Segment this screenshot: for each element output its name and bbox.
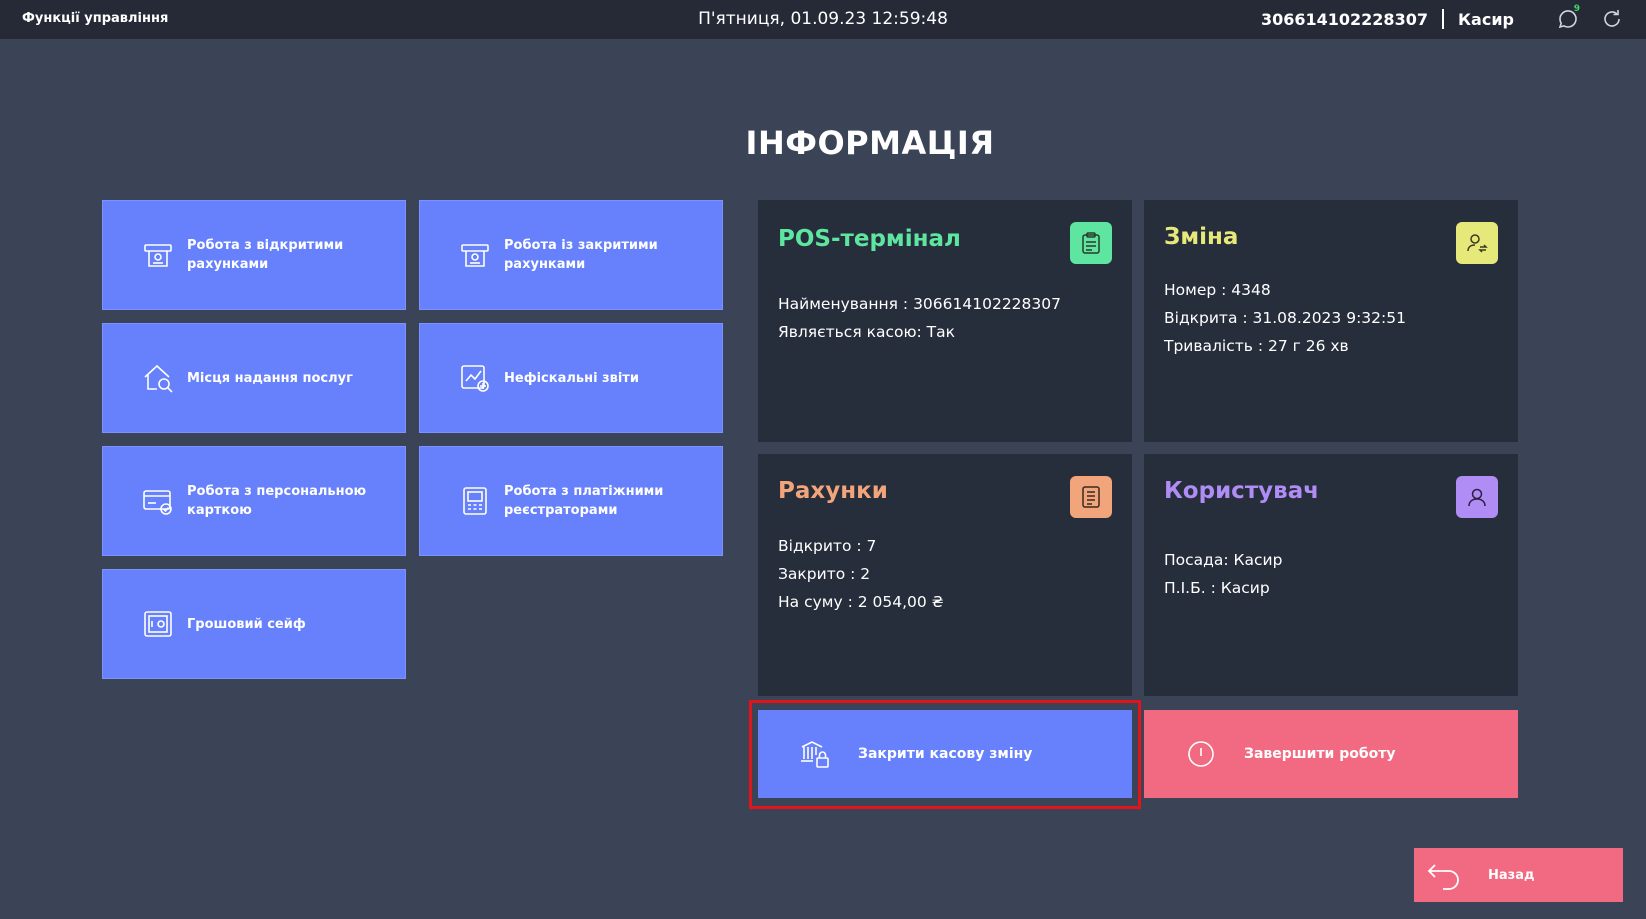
power-icon [1184, 737, 1218, 771]
card-check-icon [141, 484, 175, 518]
closed-bills-button[interactable]: Робота із закритими рахунками [419, 200, 723, 310]
card-title: Користувач [1164, 478, 1320, 504]
user-icon [1456, 476, 1498, 518]
top-bar-right: 306614102228307 Касир 9 [1260, 4, 1624, 31]
top-bar: Функції управління П'ятниця, 01.09.23 12… [0, 0, 1646, 39]
receipt-icon [458, 238, 492, 272]
bills-sum-line: На суму : 2 054,00 ₴ [778, 593, 944, 611]
back-arrow-icon [1426, 860, 1462, 890]
pos-terminal-card: POS-термінал Найменування : 306614102228… [758, 200, 1132, 442]
clipboard-icon [1070, 222, 1112, 264]
money-safe-button[interactable]: Грошовий сейф [102, 569, 406, 679]
finish-work-button[interactable]: Завершити роботу [1144, 710, 1518, 798]
terminal-icon [458, 484, 492, 518]
finish-work-label: Завершити роботу [1244, 746, 1396, 762]
card-lines: Відкрито : 7 Закрито : 2 На суму : 2 054… [778, 532, 944, 616]
safe-icon [141, 607, 175, 641]
page-title: ІНФОРМАЦІЯ [745, 124, 995, 162]
close-shift-button[interactable]: Закрити касову зміну [758, 710, 1132, 798]
open-bills-button[interactable]: Робота з відкритими рахунками [102, 200, 406, 310]
document-list-icon [1070, 476, 1112, 518]
back-button[interactable]: Назад [1414, 848, 1623, 902]
payment-registrars-button[interactable]: Робота з платіжними реєстраторами [419, 446, 723, 556]
tile-label: Робота із закритими рахунками [504, 238, 658, 272]
bills-opened-line: Відкрито : 7 [778, 537, 877, 555]
user-name-line: П.І.Б. : Касир [1164, 579, 1270, 597]
user-role: Касир [1457, 9, 1514, 29]
shift-card: Зміна Номер : 4348 Відкрита : 31.08.2023… [1144, 200, 1518, 442]
card-lines: Посада: Касир П.І.Б. : Касир [1164, 546, 1282, 602]
card-title: Рахунки [778, 478, 888, 504]
card-lines: Найменування : 306614102228307 Являється… [778, 290, 1061, 346]
nonfiscal-reports-button[interactable]: Нефіскальні звіти [419, 323, 723, 433]
shift-duration-line: Тривалість : 27 г 26 хв [1164, 337, 1349, 355]
tile-label: Місця надання послуг [187, 370, 353, 386]
pos-cashbox-line: Являється касою: Так [778, 323, 955, 341]
user-position-line: Посада: Касир [1164, 551, 1283, 569]
service-places-button[interactable]: Місця надання послуг [102, 323, 406, 433]
tile-label: Робота з персональною карткою [187, 484, 367, 518]
bills-card: Рахунки Відкрито : 7 Закрито : 2 На суму… [758, 454, 1132, 696]
house-search-icon [141, 361, 175, 395]
receipt-icon [141, 238, 175, 272]
user-card: Користувач Посада: Касир П.І.Б. : Касир [1144, 454, 1518, 696]
tile-label: Робота з платіжними реєстраторами [504, 484, 664, 518]
card-title: Зміна [1164, 224, 1239, 250]
pos-name-line: Найменування : 306614102228307 [778, 295, 1061, 313]
tile-label: Грошовий сейф [187, 616, 306, 632]
chat-badge: 9 [1573, 4, 1580, 14]
card-title: POS-термінал [778, 226, 961, 252]
divider [1441, 9, 1444, 29]
cashbox-lock-icon [798, 737, 832, 771]
bills-closed-line: Закрито : 2 [778, 565, 871, 583]
tile-label: Робота з відкритими рахунками [187, 238, 344, 272]
card-lines: Номер : 4348 Відкрита : 31.08.2023 9:32:… [1164, 276, 1406, 360]
back-label: Назад [1488, 867, 1535, 883]
shift-opened-line: Відкрита : 31.08.2023 9:32:51 [1164, 309, 1406, 327]
terminal-number: 306614102228307 [1260, 9, 1428, 29]
chat-icon[interactable]: 9 [1556, 4, 1580, 31]
tile-label: Нефіскальні звіти [504, 370, 639, 386]
user-swap-icon [1456, 222, 1498, 264]
personal-card-button[interactable]: Робота з персональною карткою [102, 446, 406, 556]
shift-number-line: Номер : 4348 [1164, 281, 1271, 299]
report-chart-icon [458, 361, 492, 395]
close-shift-label: Закрити касову зміну [858, 746, 1033, 762]
refresh-icon[interactable] [1600, 7, 1624, 31]
